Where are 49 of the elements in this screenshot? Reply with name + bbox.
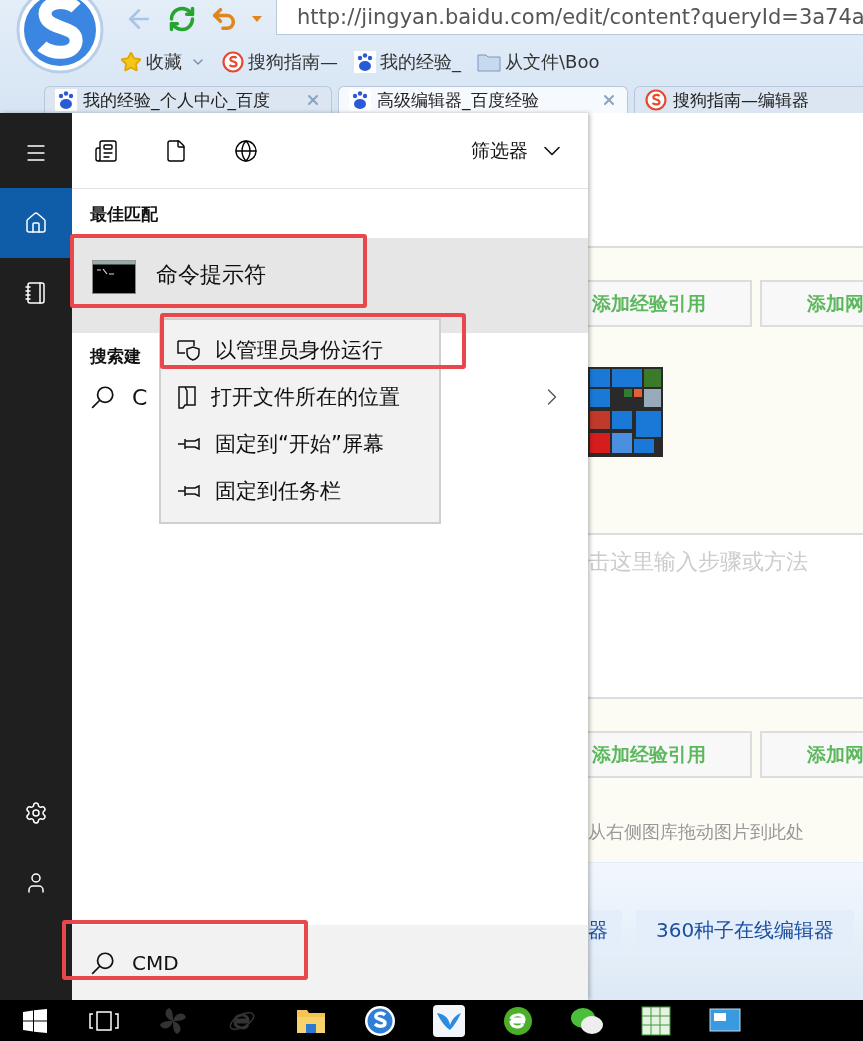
app-name: 命令提示符 bbox=[156, 261, 266, 289]
pin-icon bbox=[177, 482, 201, 499]
home-icon bbox=[24, 211, 48, 235]
s-logo-icon bbox=[645, 89, 667, 111]
folder-icon bbox=[477, 51, 501, 72]
spreadsheet-icon bbox=[640, 1005, 671, 1036]
filter-button[interactable]: 筛选器 bbox=[471, 136, 566, 165]
paw-icon bbox=[55, 89, 77, 111]
fan-icon bbox=[157, 1005, 188, 1036]
chat-icon bbox=[569, 1005, 604, 1036]
e-logo-icon bbox=[501, 1004, 534, 1037]
paw-icon bbox=[349, 89, 371, 111]
paw-icon bbox=[354, 50, 376, 73]
terminal-icon bbox=[92, 260, 136, 294]
refresh-icon[interactable] bbox=[168, 5, 196, 33]
file-icon[interactable] bbox=[164, 138, 188, 163]
section-heading: 最佳匹配 bbox=[89, 203, 159, 226]
search-icon bbox=[90, 949, 116, 976]
shield-icon bbox=[177, 338, 201, 361]
document-icon[interactable] bbox=[94, 138, 118, 163]
browser-tab[interactable]: 高级编辑器_百度经验 bbox=[338, 86, 628, 113]
search-icon bbox=[90, 384, 116, 410]
bookmark[interactable]: 搜狗指南— bbox=[222, 49, 338, 74]
bookmark[interactable]: 我的经验_ bbox=[354, 49, 461, 74]
browser-tab[interactable]: 搜狗指南—编辑器 bbox=[634, 86, 863, 113]
task-view-icon bbox=[87, 1009, 120, 1032]
folder-icon bbox=[295, 1007, 326, 1034]
folder-icon bbox=[177, 384, 197, 409]
menu-item[interactable]: 打开文件所在的位置 bbox=[161, 373, 439, 420]
menu-item[interactable]: 固定到“开始”屏幕 bbox=[161, 420, 439, 467]
search-field[interactable]: CMD bbox=[72, 925, 588, 1000]
browser-tab[interactable]: 我的经验_个人中心_百度 bbox=[44, 86, 332, 113]
settings-icon bbox=[24, 801, 48, 825]
notebook-icon bbox=[24, 281, 48, 305]
menu-item[interactable]: 固定到任务栏 bbox=[161, 467, 439, 514]
bookmark[interactable]: 收藏 bbox=[120, 49, 182, 74]
drop-hint: 从右侧图库拖动图片到此处 bbox=[588, 820, 805, 844]
star-icon bbox=[120, 50, 142, 73]
screen-icon bbox=[708, 1007, 741, 1034]
bird-icon bbox=[432, 1004, 465, 1037]
s-logo-icon bbox=[222, 50, 244, 73]
globe-icon[interactable] bbox=[234, 138, 258, 163]
s-logo-icon bbox=[363, 1004, 396, 1037]
pin-icon bbox=[177, 435, 201, 452]
address-field[interactable]: http://jingyan.baidu.com/edit/content?queryId=3a74a bbox=[276, 0, 863, 35]
windows-logo-icon bbox=[22, 1008, 47, 1033]
bookmark[interactable]: 从文件\Boo bbox=[477, 49, 600, 74]
rail-button[interactable] bbox=[0, 188, 72, 258]
section-heading: 搜索建 bbox=[88, 345, 142, 368]
